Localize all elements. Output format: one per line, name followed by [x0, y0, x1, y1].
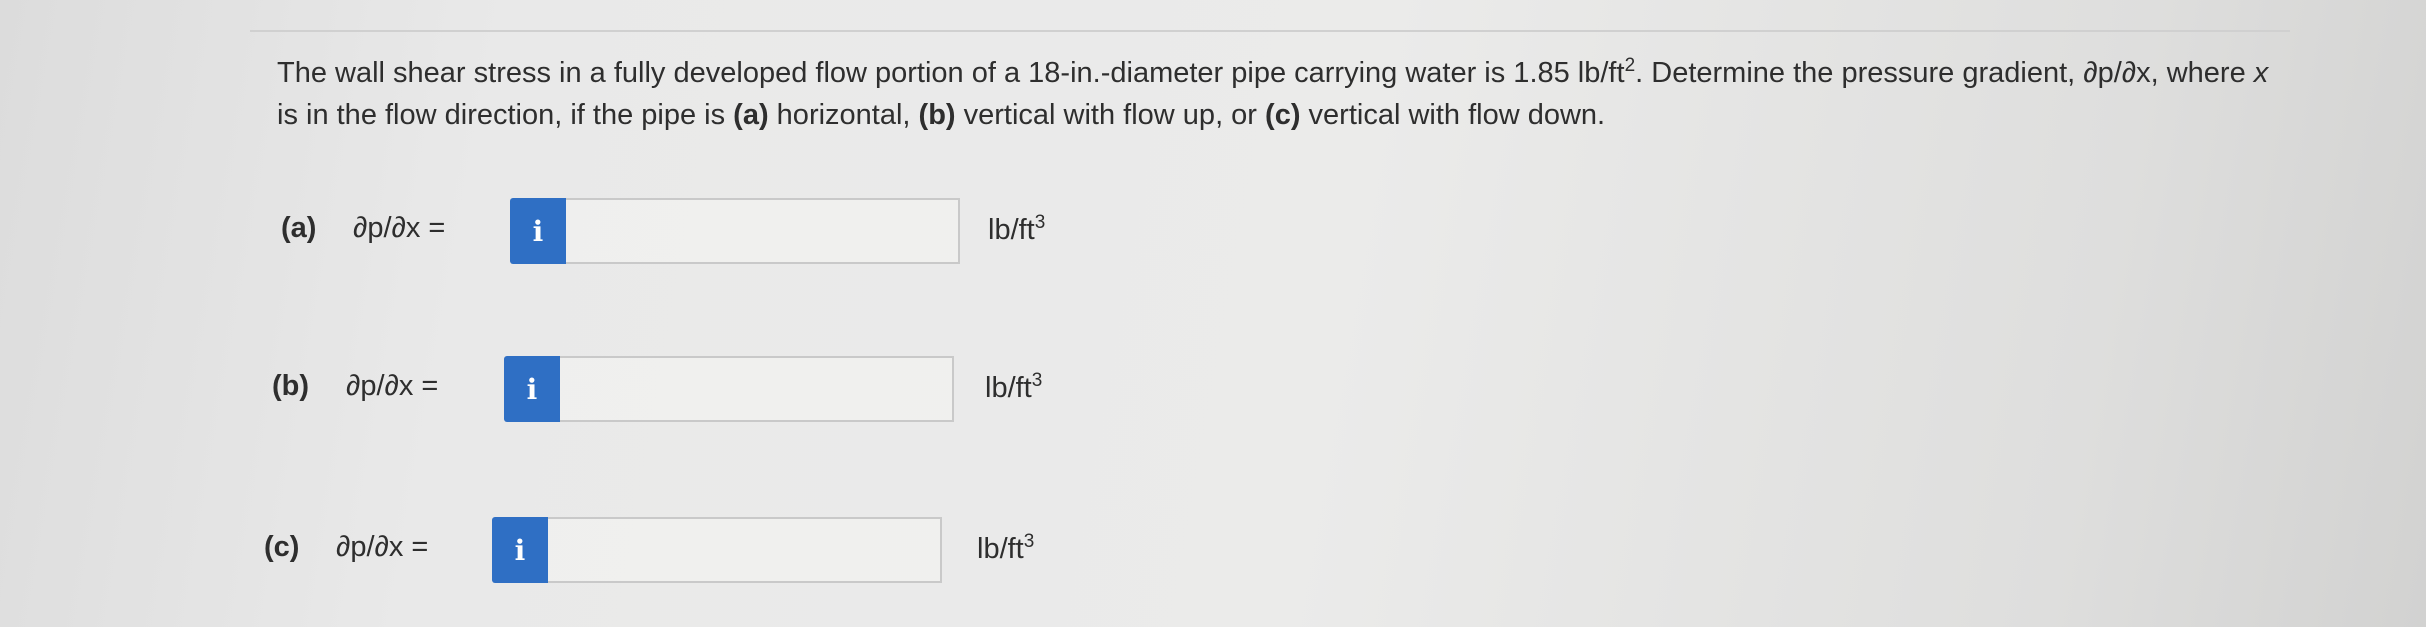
answer-row-c: (c) ∂p/∂x = i lb/ft3	[0, 517, 1200, 585]
expression-b: ∂p/∂x =	[346, 370, 439, 402]
part-label-c: (c)	[264, 531, 300, 563]
part-label-a: (a)	[281, 212, 317, 244]
question-text: The wall shear stress in a fully develop…	[277, 55, 2269, 131]
info-glyph: i	[514, 533, 526, 567]
answer-row-b: (b) ∂p/∂x = i lb/ft3	[0, 356, 1200, 424]
answer-input-b[interactable]	[560, 356, 954, 422]
exponent: 2	[1624, 55, 1636, 76]
unit-a: lb/ft3	[988, 212, 1046, 246]
unit-c: lb/ft3	[977, 531, 1035, 565]
info-glyph: i	[526, 372, 538, 406]
info-icon[interactable]: i	[504, 356, 560, 422]
unit-b: lb/ft3	[985, 370, 1043, 404]
expression-c: ∂p/∂x =	[336, 531, 429, 563]
info-icon[interactable]: i	[510, 198, 566, 264]
info-glyph: i	[532, 214, 544, 248]
expression-a: ∂p/∂x =	[353, 212, 446, 244]
answer-row-a: (a) ∂p/∂x = i lb/ft3	[0, 198, 1200, 266]
top-divider	[250, 30, 2290, 32]
answer-input-a[interactable]	[566, 198, 960, 264]
info-icon[interactable]: i	[492, 517, 548, 583]
answer-input-c[interactable]	[548, 517, 942, 583]
part-label-b: (b)	[272, 370, 310, 402]
